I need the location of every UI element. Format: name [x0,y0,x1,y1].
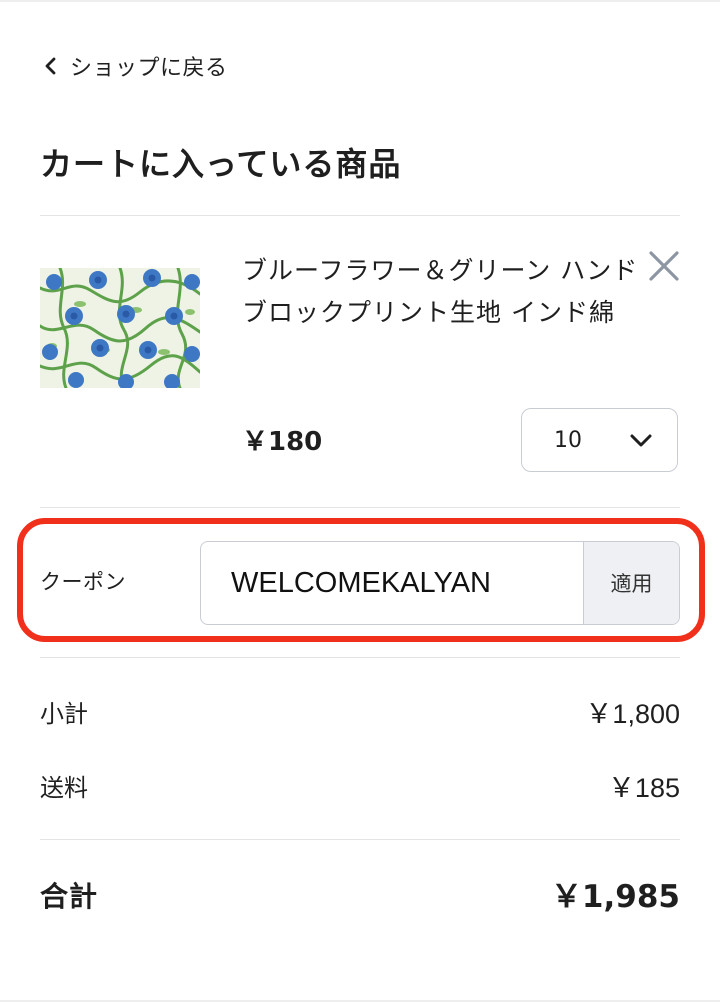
subtotal-label: 小計 [40,700,88,728]
chevron-left-icon [45,57,56,75]
coupon-label: クーポン [40,570,126,594]
back-link-label: ショップに戻る [70,56,228,81]
item-price: ￥180 [242,427,323,457]
coupon-input-group: 適用 [200,541,680,625]
divider [40,507,680,508]
divider [40,839,680,840]
top-edge [0,0,720,2]
divider [40,215,680,216]
remove-item-button[interactable] [644,246,684,286]
chevron-down-icon [630,434,652,447]
total-value: ￥1,985 [550,879,680,915]
back-to-shop-link[interactable]: ショップに戻る [40,48,228,84]
product-thumbnail[interactable] [40,268,200,388]
total-label: 合計 [40,880,99,913]
divider [40,657,680,658]
subtotal-value: ￥1,800 [585,699,680,729]
apply-coupon-button[interactable]: 適用 [583,542,679,624]
quantity-value: 10 [554,427,582,453]
shipping-label: 送料 [40,774,88,802]
coupon-code-input[interactable] [201,542,583,624]
product-name[interactable]: ブルーフラワー＆グリーン ハンドブロックプリント生地 インド綿 [242,250,640,334]
quantity-select[interactable]: 10 [521,408,678,472]
page-title: カートに入っている商品 [40,145,402,183]
shipping-value: ￥185 [607,773,680,803]
close-icon [649,251,679,281]
